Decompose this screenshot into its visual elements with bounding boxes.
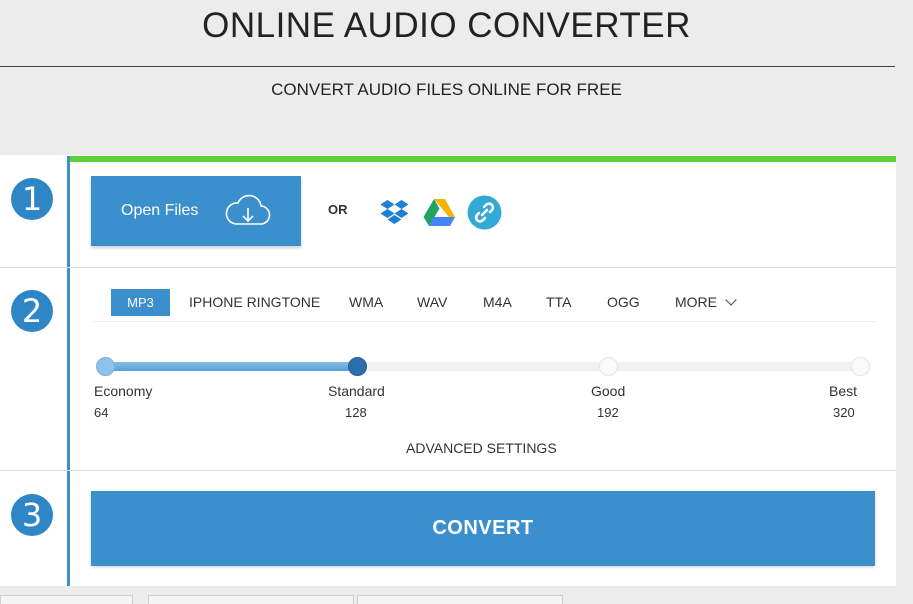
dropbox-icon[interactable] <box>380 198 409 226</box>
tab-m4a[interactable]: M4A <box>483 289 512 316</box>
bottom-tab <box>357 595 563 604</box>
header-divider <box>0 66 895 67</box>
step-divider <box>0 267 896 268</box>
tab-more[interactable]: MORE <box>675 289 737 316</box>
open-files-label: Open Files <box>121 202 199 219</box>
advanced-settings-link[interactable]: ADVANCED SETTINGS <box>406 440 557 456</box>
open-files-button[interactable]: Open Files <box>91 176 301 246</box>
format-tabs-divider <box>91 321 876 322</box>
tab-iphone-ringtone[interactable]: IPHONE RINGTONE <box>189 289 320 316</box>
quality-label-standard: Standard <box>328 383 385 399</box>
quality-knob-economy[interactable] <box>96 357 115 376</box>
quality-knob-best[interactable] <box>851 357 870 376</box>
quality-value-best: 320 <box>833 405 855 420</box>
progress-bar <box>70 156 896 162</box>
chevron-down-icon <box>725 294 737 306</box>
step-divider <box>0 470 896 471</box>
cloud-upload-icon <box>225 194 271 225</box>
tab-tta[interactable]: TTA <box>546 289 571 316</box>
quality-knob-standard[interactable] <box>348 357 367 376</box>
or-label: OR <box>328 202 348 217</box>
tab-ogg[interactable]: OGG <box>607 289 640 316</box>
quality-slider-fill <box>104 362 358 371</box>
quality-label-good: Good <box>591 383 626 399</box>
tab-wav[interactable]: WAV <box>417 289 447 316</box>
bottom-tab <box>148 595 354 604</box>
step-number-2: 2 <box>11 290 53 332</box>
page-title: ONLINE AUDIO CONVERTER <box>202 6 691 45</box>
tab-mp3[interactable]: MP3 <box>111 289 170 316</box>
page-subtitle: CONVERT AUDIO FILES ONLINE FOR FREE <box>271 80 622 99</box>
bottom-tab <box>0 595 133 604</box>
step-number-1: 1 <box>11 178 53 220</box>
quality-value-standard: 128 <box>345 405 367 420</box>
quality-label-economy: Economy <box>94 383 153 399</box>
quality-label-best: Best <box>829 383 858 399</box>
convert-button[interactable]: CONVERT <box>91 491 875 566</box>
link-icon[interactable] <box>467 195 502 230</box>
tab-wma[interactable]: WMA <box>349 289 383 316</box>
google-drive-icon[interactable] <box>423 198 456 226</box>
tab-more-label: MORE <box>675 294 717 310</box>
quality-value-economy: 64 <box>94 405 109 420</box>
quality-slider-track[interactable] <box>104 362 860 371</box>
steps-rail <box>67 156 70 586</box>
quality-knob-good[interactable] <box>599 357 618 376</box>
quality-value-good: 192 <box>597 405 619 420</box>
step-number-3: 3 <box>11 494 53 536</box>
